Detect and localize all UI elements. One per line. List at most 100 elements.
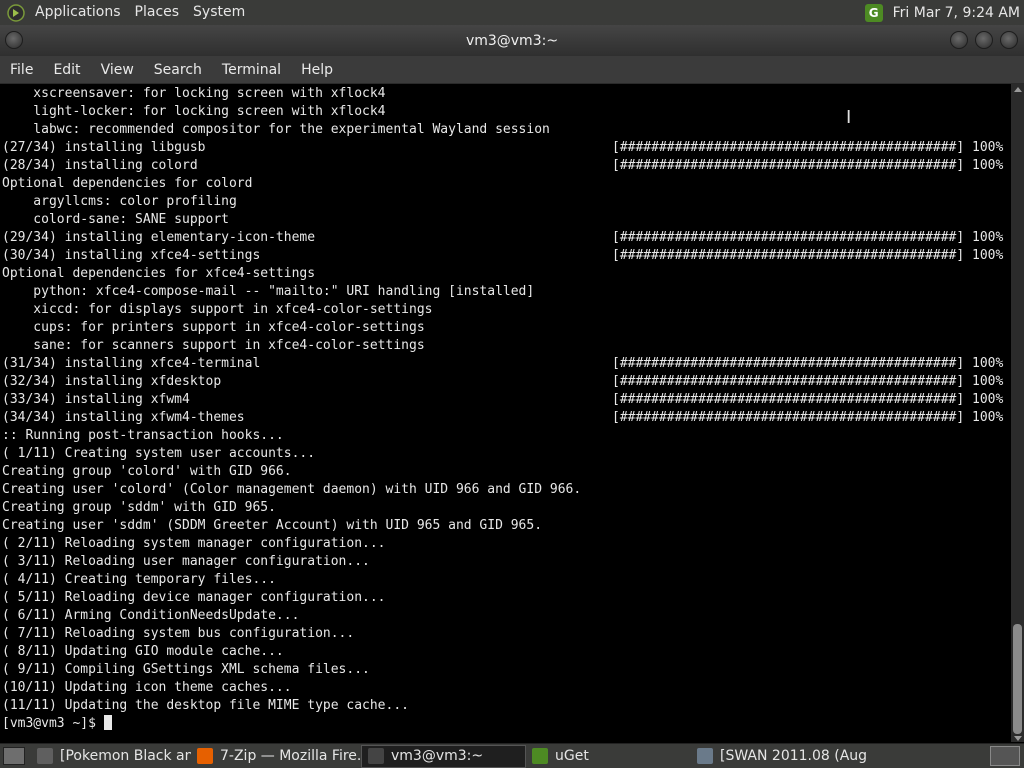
terminal-icon [368,748,384,764]
terminal-line-text: ( 1/11) Creating system user accounts... [2,446,316,461]
terminal-line-text: (31/34) installing xfce4-terminal [2,356,261,371]
menu-terminal[interactable]: Terminal [212,56,291,84]
panel-clock[interactable]: Fri Mar 7, 9:24 AM [893,5,1024,21]
terminal-line: ( 2/11) Reloading system manager configu… [2,535,1011,553]
terminal-line-text: xiccd: for displays support in xfce4-col… [2,302,433,317]
terminal-line-text: (34/34) installing xfwm4-themes [2,410,245,425]
menu-search[interactable]: Search [144,56,212,84]
progress-bar-text: [#######################################… [612,374,1004,389]
terminal-line: (28/34) installing colord [##############… [2,157,1011,175]
terminal-line-text: (10/11) Updating icon theme caches... [2,680,292,695]
terminal-line-text: Creating user 'colord' (Color management… [2,482,582,497]
terminal-line-text: ( 9/11) Compiling GSettings XML schema f… [2,662,370,677]
scroll-down-icon[interactable] [1014,736,1022,741]
panel-menu-applications[interactable]: Applications [28,0,128,25]
panel-menus: Applications Places System [28,0,252,25]
terminal-scrollbar[interactable] [1011,84,1024,742]
terminal-line-text: cups: for printers support in xfce4-colo… [2,320,425,335]
terminal-line-text: labwc: recommended compositor for the ex… [2,122,550,137]
terminal-line: ( 5/11) Reloading device manager configu… [2,589,1011,607]
close-button[interactable] [1000,31,1018,49]
terminal-line: ( 3/11) Reloading user manager configura… [2,553,1011,571]
terminal-line: Creating group 'sddm' with GID 965. [2,499,1011,517]
menu-file[interactable]: File [0,56,43,84]
terminal-line-text: ( 6/11) Arming ConditionNeedsUpdate... [2,608,300,623]
terminal-line-text: (32/34) installing xfdesktop [2,374,222,389]
window-titlebar[interactable]: vm3@vm3:~ [0,25,1024,56]
terminal-line: (31/34) installing xfce4-terminal [######… [2,355,1011,373]
terminal-line-text: light-locker: for locking screen with xf… [2,104,386,119]
terminal-line-text: ( 3/11) Reloading user manager configura… [2,554,370,569]
terminal-line: sane: for scanners support in xfce4-colo… [2,337,1011,355]
terminal-line-text: (28/34) installing colord [2,158,198,173]
prompt-line[interactable]: [vm3@vm3 ~]$ [2,715,1011,733]
taskbar-item-label: [SWAN 2011.08 (Aug... [720,748,866,764]
taskbar-item[interactable]: [Pokemon Black an... [31,745,191,768]
terminal-line-text: ( 8/11) Updating GIO module cache... [2,644,284,659]
terminal-line-text: (33/34) installing xfwm4 [2,392,190,407]
uget-tray-icon[interactable]: G [864,3,883,22]
taskbar-item[interactable]: 7-Zip — Mozilla Fire... [191,745,361,768]
terminal-view[interactable]: xscreensaver: for locking screen with xf… [0,84,1011,742]
terminal-line-text: Optional dependencies for colord [2,176,253,191]
terminal-line: (32/34) installing xfdesktop [###########… [2,373,1011,391]
scroll-thumb[interactable] [1013,624,1022,734]
show-desktop-button[interactable] [3,747,25,765]
terminal-line: labwc: recommended compositor for the ex… [2,121,1011,139]
terminal-line: colord-sane: SANE support [2,211,1011,229]
progress-bar-text: [#######################################… [612,230,1004,245]
terminal-line-text: sane: for scanners support in xfce4-colo… [2,338,425,353]
terminal-line-text: (27/34) installing libgusb [2,140,206,155]
terminal-line-text: python: xfce4-compose-mail -- "mailto:" … [2,284,535,299]
top-panel: Applications Places System G Fri Mar 7, 9:… [0,0,1024,25]
gnome-foot-icon[interactable] [6,3,26,23]
terminal-line: ( 1/11) Creating system user accounts... [2,445,1011,463]
scroll-up-icon[interactable] [1014,87,1022,92]
terminal-line: xiccd: for displays support in xfce4-col… [2,301,1011,319]
terminal-line: python: xfce4-compose-mail -- "mailto:" … [2,283,1011,301]
terminal-line: ( 7/11) Reloading system bus configurati… [2,625,1011,643]
terminal-line: Creating user 'colord' (Color management… [2,481,1011,499]
firefox-icon [197,748,213,764]
terminal-line-text: xscreensaver: for locking screen with xf… [2,86,386,101]
terminal-line-text: Optional dependencies for xfce4-settings [2,266,316,281]
terminal-line-text: ( 4/11) Creating temporary files... [2,572,276,587]
taskbar-item[interactable]: uGet [526,745,691,768]
terminal-line: (10/11) Updating icon theme caches... [2,679,1011,697]
terminal-line: light-locker: for locking screen with xf… [2,103,1011,121]
menu-view[interactable]: View [91,56,144,84]
terminal-line: (30/34) installing xfce4-settings [######… [2,247,1011,265]
progress-bar-text: [#######################################… [612,392,1004,407]
terminal-line: xscreensaver: for locking screen with xf… [2,85,1011,103]
terminal-line-text: Creating group 'colord' with GID 966. [2,464,292,479]
terminal-line: ( 6/11) Arming ConditionNeedsUpdate... [2,607,1011,625]
bottom-taskbar: [Pokemon Black an... 7-Zip — Mozilla Fire… [0,743,1024,768]
terminal-line: ( 9/11) Compiling GSettings XML schema f… [2,661,1011,679]
progress-bar-text: [#######################################… [612,140,1004,155]
taskbar-item-label: 7-Zip — Mozilla Fire... [220,748,361,764]
terminal-line-text: ( 7/11) Reloading system bus configurati… [2,626,355,641]
terminal-line: (29/34) installing elementary-icon-theme… [2,229,1011,247]
taskbar-item-label: uGet [555,748,589,764]
taskbar-item-label: vm3@vm3:~ [391,748,484,764]
terminal-line-text: (29/34) installing elementary-icon-theme [2,230,316,245]
progress-bar-text: [#######################################… [612,410,1004,425]
menubar: File Edit View Search Terminal Help [0,56,1024,84]
panel-menu-places[interactable]: Places [128,0,187,25]
panel-menu-system[interactable]: System [186,0,252,25]
taskbar-item[interactable]: vm3@vm3:~ [361,744,526,768]
app-icon [697,748,713,764]
minimize-button[interactable] [950,31,968,49]
terminal-line: (27/34) installing libgusb [#############… [2,139,1011,157]
terminal-line: (33/34) installing xfwm4 [###############… [2,391,1011,409]
maximize-button[interactable] [975,31,993,49]
folder-icon [37,748,53,764]
terminal-line-text: ( 5/11) Reloading device manager configu… [2,590,386,605]
window-menu-button[interactable] [5,31,23,49]
taskbar-item[interactable]: [SWAN 2011.08 (Aug... [691,745,866,768]
menu-edit[interactable]: Edit [43,56,90,84]
terminal-line-text: ( 2/11) Reloading system manager configu… [2,536,386,551]
menu-help[interactable]: Help [291,56,343,84]
workspace-switcher[interactable] [990,746,1020,766]
terminal-line: Optional dependencies for xfce4-settings [2,265,1011,283]
